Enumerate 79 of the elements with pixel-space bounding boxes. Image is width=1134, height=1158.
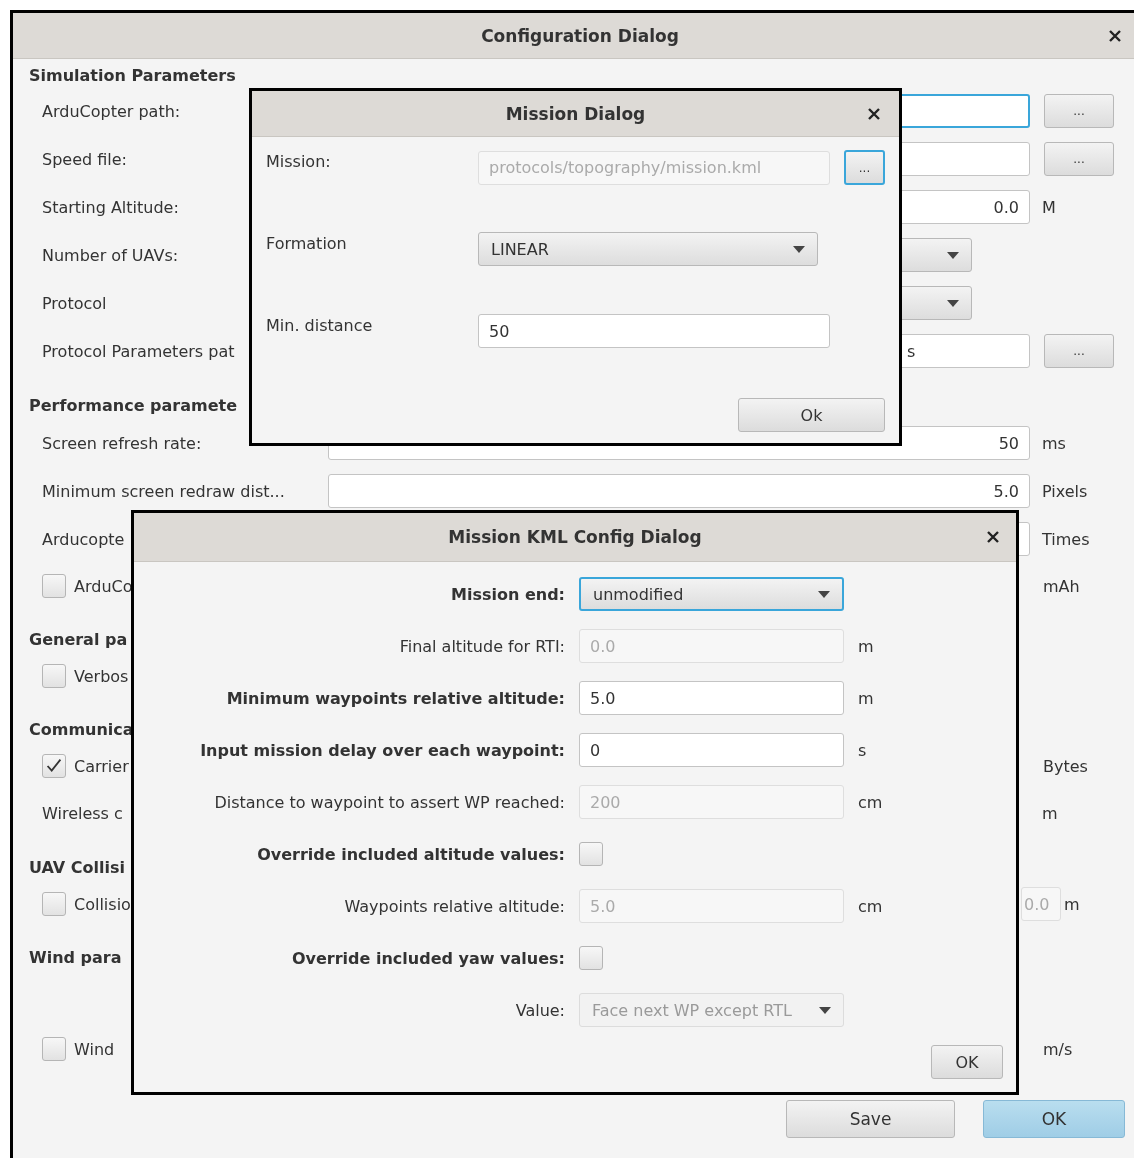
dropdown[interactable]: unmodified bbox=[579, 577, 844, 611]
checkbox-label: Carrier bbox=[74, 756, 129, 776]
field-label: Number of UAVs: bbox=[41, 245, 179, 265]
section-heading: Performance paramete bbox=[29, 396, 238, 415]
field-label: Value: bbox=[515, 1000, 565, 1020]
field-label: Override included yaw values: bbox=[291, 948, 565, 968]
checkbox-label: ArduCo bbox=[74, 576, 133, 596]
field-label: Mission end: bbox=[451, 584, 565, 604]
caret-icon bbox=[818, 590, 830, 598]
unit-label: Pixels bbox=[1041, 481, 1089, 501]
ok-button[interactable]: Ok bbox=[738, 398, 885, 432]
field-label: Formation bbox=[266, 233, 347, 253]
dropdown[interactable]: LINEAR bbox=[478, 232, 818, 266]
field-label: Minimum waypoints relative altitude: bbox=[226, 688, 565, 708]
field-label: Min. distance bbox=[266, 315, 373, 335]
checkbox[interactable] bbox=[42, 574, 66, 598]
field-label: Override included altitude values: bbox=[257, 844, 565, 864]
close-icon[interactable] bbox=[1109, 29, 1121, 42]
field-label: Protocol bbox=[41, 293, 107, 313]
window-title: Configuration Dialog bbox=[481, 25, 679, 46]
field-label: ArduCopter path: bbox=[41, 101, 181, 121]
dialog-button[interactable]: OK bbox=[983, 1100, 1125, 1138]
checkbox[interactable] bbox=[579, 946, 603, 970]
unit-label: m bbox=[1041, 803, 1059, 823]
caret-icon bbox=[947, 251, 959, 259]
checkbox[interactable] bbox=[579, 842, 603, 866]
field-label: Speed file: bbox=[41, 149, 127, 169]
unit-label: s bbox=[858, 740, 868, 760]
field-label: Screen refresh rate: bbox=[41, 433, 202, 453]
unit-label: Bytes bbox=[1042, 756, 1089, 776]
unit-label: m bbox=[1063, 894, 1081, 914]
window-title: Mission Dialog bbox=[505, 103, 646, 124]
unit-label: mAh bbox=[1042, 576, 1081, 596]
field-label: Arducopte bbox=[41, 529, 125, 549]
unit-label: Times bbox=[1041, 529, 1091, 549]
checkbox-label: Collisio bbox=[74, 894, 131, 914]
text-field[interactable]: 5.0 bbox=[579, 681, 844, 715]
field-label: Mission: bbox=[266, 151, 331, 171]
caret-icon bbox=[819, 1006, 831, 1014]
checkbox[interactable] bbox=[42, 892, 66, 916]
unit-label: m bbox=[858, 636, 875, 656]
caret-icon bbox=[947, 299, 959, 307]
text-field[interactable]: 5.0 bbox=[328, 474, 1030, 508]
checkbox[interactable] bbox=[42, 1037, 66, 1061]
ok-button[interactable]: OK bbox=[931, 1045, 1003, 1079]
checkbox-label: Wind bbox=[74, 1039, 115, 1059]
field-label: Starting Altitude: bbox=[41, 197, 179, 217]
dialog-button[interactable]: Save bbox=[786, 1100, 955, 1138]
window-title: Mission KML Config Dialog bbox=[448, 527, 702, 547]
field-label: Input mission delay over each waypoint: bbox=[200, 740, 565, 760]
unit-label: m/s bbox=[1042, 1039, 1074, 1059]
caret-icon bbox=[793, 245, 805, 253]
field-label: Distance to waypoint to assert WP reached: bbox=[214, 792, 565, 812]
field-label: Protocol Parameters pat bbox=[41, 341, 235, 361]
browse-button[interactable]: ... bbox=[1044, 334, 1114, 368]
unit-label: cm bbox=[858, 896, 884, 916]
close-icon[interactable] bbox=[987, 531, 999, 543]
close-icon[interactable] bbox=[868, 107, 880, 120]
section-heading: General pa bbox=[29, 630, 128, 649]
browse-button[interactable]: ... bbox=[1044, 142, 1114, 176]
field-label: Minimum screen redraw dist... bbox=[41, 481, 285, 501]
section-heading: Communica bbox=[29, 720, 134, 739]
unit-label: M bbox=[1041, 197, 1057, 217]
field-label: Wireless c bbox=[41, 803, 123, 823]
checkbox[interactable] bbox=[42, 754, 66, 778]
text-field[interactable]: 50 bbox=[478, 314, 830, 348]
field-label: Waypoints relative altitude: bbox=[344, 896, 565, 916]
text-field[interactable]: 0 bbox=[579, 733, 844, 767]
check-icon bbox=[46, 758, 62, 772]
checkbox-label: Verbos bbox=[74, 666, 129, 686]
field-label: Final altitude for RTI: bbox=[399, 636, 565, 656]
section-heading: Simulation Parameters bbox=[29, 66, 236, 85]
checkbox[interactable] bbox=[42, 664, 66, 688]
section-heading: Wind para bbox=[29, 948, 122, 967]
section-heading: UAV Collisi bbox=[29, 858, 125, 877]
unit-label: cm bbox=[858, 792, 884, 812]
browse-button[interactable]: ... bbox=[1044, 94, 1114, 128]
unit-label: m bbox=[858, 688, 875, 708]
unit-label: ms bbox=[1041, 433, 1067, 453]
